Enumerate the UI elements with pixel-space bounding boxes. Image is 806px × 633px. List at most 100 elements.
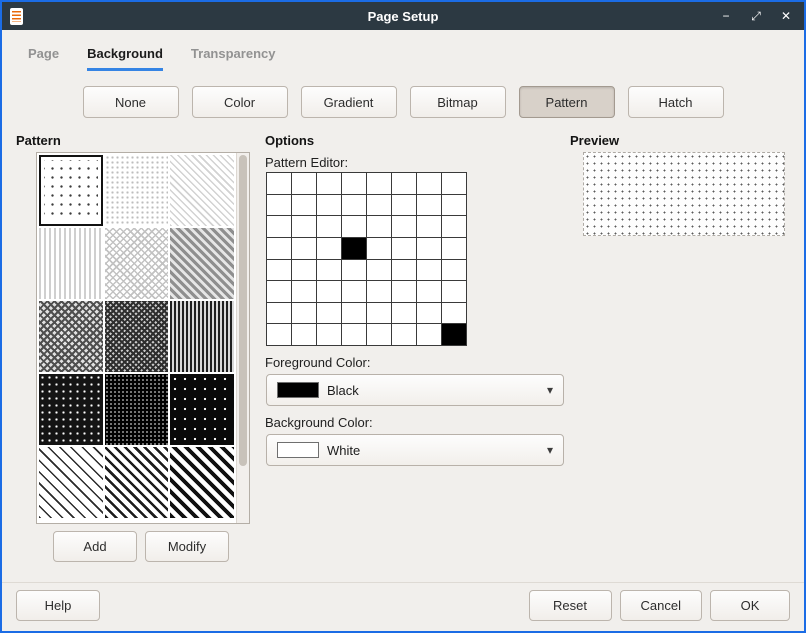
editor-cell-0-5[interactable] <box>392 173 416 194</box>
editor-cell-5-3[interactable] <box>342 281 366 302</box>
editor-cell-4-0[interactable] <box>267 260 291 281</box>
pattern-swatch-diagonal-bold[interactable] <box>170 447 234 518</box>
editor-cell-3-2[interactable] <box>317 238 341 259</box>
editor-cell-5-0[interactable] <box>267 281 291 302</box>
pattern-swatch-diagonal-thin[interactable] <box>39 447 103 518</box>
cancel-button[interactable]: Cancel <box>620 590 702 621</box>
pattern-swatch-black-sparse-dots[interactable] <box>170 374 234 445</box>
editor-cell-3-1[interactable] <box>292 238 316 259</box>
fill-color-button[interactable]: Color <box>192 86 288 118</box>
pattern-swatch-black-dense-dots[interactable] <box>105 374 169 445</box>
pattern-swatch-black-white-dots[interactable] <box>39 374 103 445</box>
help-button[interactable]: Help <box>16 590 100 621</box>
editor-cell-4-7[interactable] <box>442 260 466 281</box>
pattern-list-scrollbar[interactable] <box>236 153 249 523</box>
editor-cell-5-1[interactable] <box>292 281 316 302</box>
editor-cell-5-2[interactable] <box>317 281 341 302</box>
editor-cell-3-4[interactable] <box>367 238 391 259</box>
editor-cell-0-2[interactable] <box>317 173 341 194</box>
editor-cell-7-5[interactable] <box>392 324 416 345</box>
editor-cell-0-3[interactable] <box>342 173 366 194</box>
editor-cell-2-1[interactable] <box>292 216 316 237</box>
reset-button[interactable]: Reset <box>529 590 612 621</box>
pattern-swatch-crosshatch-dense[interactable] <box>105 301 169 372</box>
editor-cell-6-7[interactable] <box>442 303 466 324</box>
pattern-swatch-diagonal-gray[interactable] <box>170 228 234 299</box>
fill-gradient-button[interactable]: Gradient <box>301 86 397 118</box>
editor-cell-6-4[interactable] <box>367 303 391 324</box>
editor-cell-7-4[interactable] <box>367 324 391 345</box>
fill-bitmap-button[interactable]: Bitmap <box>410 86 506 118</box>
editor-cell-5-5[interactable] <box>392 281 416 302</box>
editor-cell-0-1[interactable] <box>292 173 316 194</box>
editor-cell-6-0[interactable] <box>267 303 291 324</box>
editor-cell-0-7[interactable] <box>442 173 466 194</box>
editor-cell-2-4[interactable] <box>367 216 391 237</box>
editor-cell-6-2[interactable] <box>317 303 341 324</box>
editor-cell-4-4[interactable] <box>367 260 391 281</box>
minimize-icon[interactable]: − <box>718 10 734 22</box>
editor-cell-1-4[interactable] <box>367 195 391 216</box>
editor-cell-7-0[interactable] <box>267 324 291 345</box>
editor-cell-0-4[interactable] <box>367 173 391 194</box>
tab-background[interactable]: Background <box>87 46 163 71</box>
restore-icon[interactable]: ⤢ <box>748 10 764 22</box>
editor-cell-5-4[interactable] <box>367 281 391 302</box>
fill-pattern-button[interactable]: Pattern <box>519 86 615 118</box>
pattern-swatch-dots-fine-light[interactable] <box>105 155 169 226</box>
fill-hatch-button[interactable]: Hatch <box>628 86 724 118</box>
editor-cell-6-5[interactable] <box>392 303 416 324</box>
editor-cell-0-0[interactable] <box>267 173 291 194</box>
editor-cell-4-3[interactable] <box>342 260 366 281</box>
editor-cell-3-3[interactable] <box>342 238 366 259</box>
editor-cell-1-7[interactable] <box>442 195 466 216</box>
editor-cell-1-3[interactable] <box>342 195 366 216</box>
editor-cell-0-6[interactable] <box>417 173 441 194</box>
editor-cell-4-6[interactable] <box>417 260 441 281</box>
editor-cell-3-5[interactable] <box>392 238 416 259</box>
editor-cell-2-5[interactable] <box>392 216 416 237</box>
editor-cell-4-2[interactable] <box>317 260 341 281</box>
pattern-swatch-dots-fine-sparse[interactable] <box>39 155 103 226</box>
editor-cell-4-1[interactable] <box>292 260 316 281</box>
ok-button[interactable]: OK <box>710 590 790 621</box>
editor-cell-2-7[interactable] <box>442 216 466 237</box>
pattern-swatch-crosshatch-dark[interactable] <box>39 301 103 372</box>
editor-cell-6-6[interactable] <box>417 303 441 324</box>
add-button[interactable]: Add <box>53 531 137 562</box>
editor-cell-1-5[interactable] <box>392 195 416 216</box>
editor-cell-1-0[interactable] <box>267 195 291 216</box>
editor-cell-6-1[interactable] <box>292 303 316 324</box>
pattern-swatch-diagonal-light[interactable] <box>170 155 234 226</box>
editor-cell-7-1[interactable] <box>292 324 316 345</box>
editor-cell-6-3[interactable] <box>342 303 366 324</box>
editor-cell-2-0[interactable] <box>267 216 291 237</box>
editor-cell-7-2[interactable] <box>317 324 341 345</box>
editor-cell-7-7[interactable] <box>442 324 466 345</box>
editor-cell-3-7[interactable] <box>442 238 466 259</box>
scrollbar-thumb[interactable] <box>239 155 247 466</box>
foreground-color-dropdown[interactable]: Black ▾ <box>266 374 564 406</box>
editor-cell-2-6[interactable] <box>417 216 441 237</box>
pattern-swatch-diagonal-medium[interactable] <box>105 447 169 518</box>
fill-none-button[interactable]: None <box>83 86 179 118</box>
editor-cell-2-2[interactable] <box>317 216 341 237</box>
editor-cell-5-6[interactable] <box>417 281 441 302</box>
editor-cell-4-5[interactable] <box>392 260 416 281</box>
pattern-swatch-vertical-lines-dark[interactable] <box>170 301 234 372</box>
editor-cell-3-0[interactable] <box>267 238 291 259</box>
editor-cell-1-2[interactable] <box>317 195 341 216</box>
editor-cell-3-6[interactable] <box>417 238 441 259</box>
tab-page[interactable]: Page <box>28 46 59 71</box>
editor-cell-2-3[interactable] <box>342 216 366 237</box>
pattern-swatch-vertical-lines-light[interactable] <box>39 228 103 299</box>
tab-transparency[interactable]: Transparency <box>191 46 276 71</box>
pattern-editor-grid[interactable] <box>266 172 467 346</box>
editor-cell-7-6[interactable] <box>417 324 441 345</box>
background-color-dropdown[interactable]: White ▾ <box>266 434 564 466</box>
editor-cell-1-6[interactable] <box>417 195 441 216</box>
close-icon[interactable]: ✕ <box>778 10 794 22</box>
modify-button[interactable]: Modify <box>145 531 229 562</box>
editor-cell-7-3[interactable] <box>342 324 366 345</box>
pattern-swatch-crosshatch-light[interactable] <box>105 228 169 299</box>
